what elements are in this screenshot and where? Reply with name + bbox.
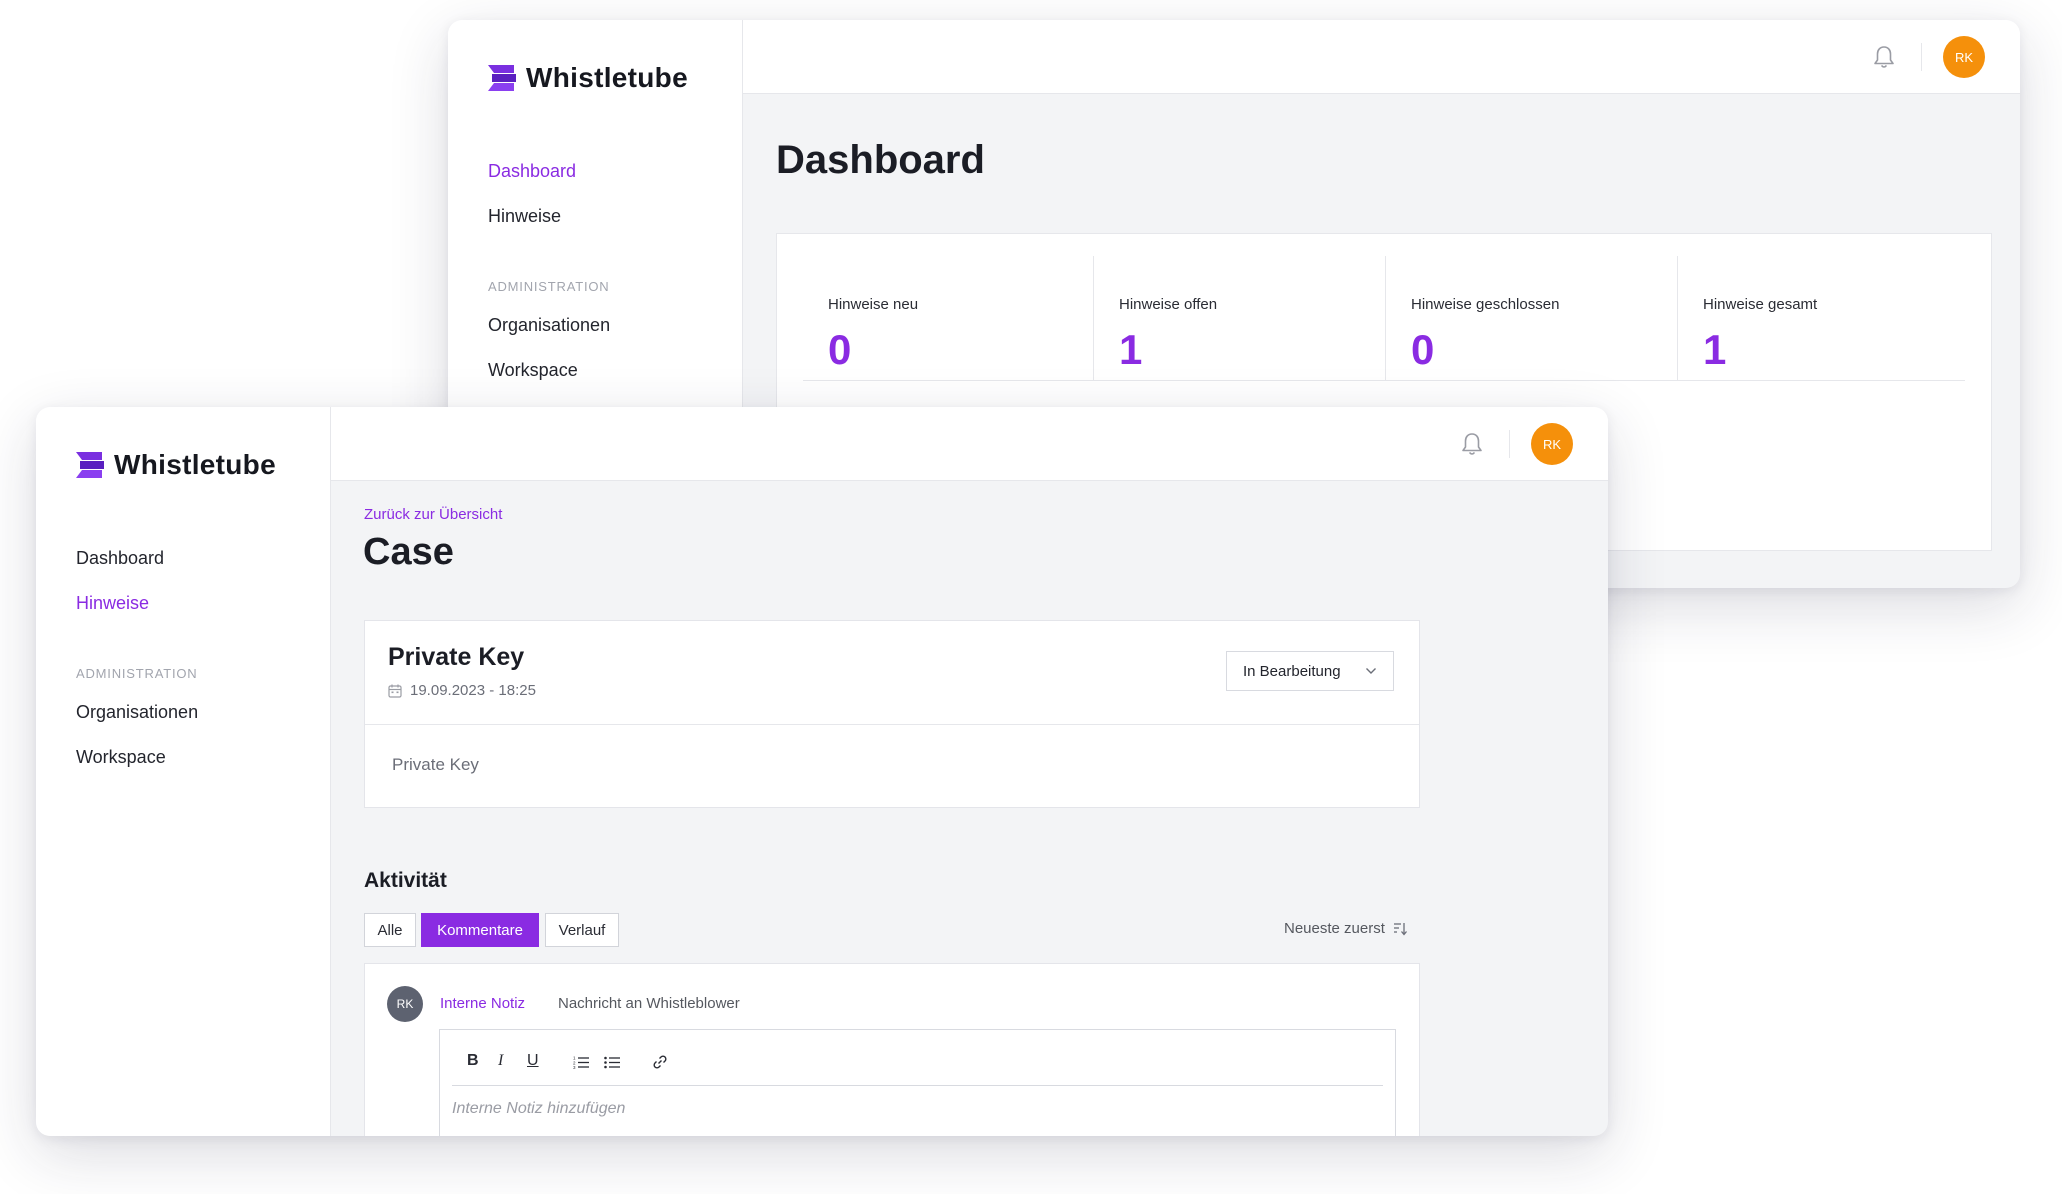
nav-workspace[interactable]: Workspace <box>488 360 578 381</box>
nav-workspace[interactable]: Workspace <box>76 747 166 768</box>
comment-panel: RK Interne Notiz Nachricht an Whistleblo… <box>364 963 1420 1136</box>
svg-text:3: 3 <box>573 1065 576 1069</box>
activity-heading: Aktivität <box>364 869 447 892</box>
editor-input[interactable]: Interne Notiz hinzufügen <box>452 1100 625 1118</box>
sort-label: Neueste zuerst <box>1284 920 1385 937</box>
toolbar-divider <box>452 1085 1383 1086</box>
nav-dashboard[interactable]: Dashboard <box>76 548 164 569</box>
stat-value: 0 <box>1411 326 1435 373</box>
user-avatar[interactable]: RK <box>1531 423 1573 465</box>
nav-dashboard[interactable]: Dashboard <box>488 161 576 182</box>
whistletube-logo-icon <box>488 65 516 91</box>
sort-toggle[interactable]: Neueste zuerst <box>1284 920 1407 937</box>
case-date: 19.09.2023 - 18:25 <box>410 682 536 699</box>
tab-verlauf[interactable]: Verlauf <box>545 913 619 947</box>
bold-button[interactable]: B <box>467 1052 479 1070</box>
underline-button[interactable]: U <box>527 1052 539 1070</box>
case-panel: Private Key 19.09.2023 - 18:25 In Bearbe… <box>364 620 1420 808</box>
topbar: RK <box>331 407 1608 481</box>
status-select[interactable]: In Bearbeitung <box>1226 651 1394 691</box>
brand-name: Whistletube <box>526 62 688 93</box>
case-divider <box>365 724 1419 725</box>
nav-hinweise[interactable]: Hinweise <box>76 593 149 614</box>
topbar-divider <box>1509 430 1510 458</box>
comment-author-avatar: RK <box>387 986 423 1022</box>
stat-hinweise-geschlossen: Hinweise geschlossen 0 <box>1386 256 1678 381</box>
topbar-divider <box>1921 43 1922 71</box>
case-title: Private Key <box>388 643 525 671</box>
case-date-row: 19.09.2023 - 18:25 <box>388 682 536 699</box>
case-window: Whistletube Dashboard Hinweise ADMINISTR… <box>36 407 1608 1136</box>
mode-internal-note[interactable]: Interne Notiz <box>440 995 525 1012</box>
nav-organisationen[interactable]: Organisationen <box>76 702 198 723</box>
whistletube-logo-icon <box>76 452 104 478</box>
calendar-icon <box>388 684 402 698</box>
ordered-list-icon[interactable]: 1 2 3 <box>573 1055 589 1069</box>
nav-section-administration: ADMINISTRATION <box>488 279 610 294</box>
bell-icon[interactable] <box>1873 45 1895 69</box>
page-title: Case <box>363 531 454 573</box>
stat-label: Hinweise offen <box>1119 296 1218 313</box>
brand-name: Whistletube <box>114 449 276 480</box>
back-to-overview-link[interactable]: Zurück zur Übersicht <box>364 506 502 523</box>
page-title: Dashboard <box>776 138 985 182</box>
nav-organisationen[interactable]: Organisationen <box>488 315 610 336</box>
comment-editor: B I U 1 2 3 Interne Notiz hinzufügen <box>439 1029 1396 1136</box>
stat-value: 1 <box>1703 326 1727 373</box>
stat-label: Hinweise gesamt <box>1703 296 1818 313</box>
bullet-list-icon[interactable] <box>604 1055 620 1069</box>
stat-hinweise-gesamt: Hinweise gesamt 1 <box>1678 256 1965 381</box>
link-icon[interactable] <box>652 1054 668 1070</box>
nav-section-administration: ADMINISTRATION <box>76 666 198 681</box>
topbar: RK <box>743 20 2020 94</box>
brand-logo[interactable]: Whistletube <box>488 62 688 94</box>
brand-logo[interactable]: Whistletube <box>76 449 276 481</box>
bell-icon[interactable] <box>1461 432 1483 456</box>
stat-label: Hinweise geschlossen <box>1411 296 1560 313</box>
stat-value: 1 <box>1119 326 1143 373</box>
italic-button[interactable]: I <box>498 1052 503 1070</box>
status-select-value: In Bearbeitung <box>1243 662 1341 680</box>
chevron-down-icon <box>1366 668 1376 674</box>
user-avatar[interactable]: RK <box>1943 36 1985 78</box>
stat-label: Hinweise neu <box>828 296 919 313</box>
stat-hinweise-neu: Hinweise neu 0 <box>803 256 1094 381</box>
sort-descending-icon <box>1393 922 1407 936</box>
tab-alle[interactable]: Alle <box>364 913 416 947</box>
mode-message-whistleblower[interactable]: Nachricht an Whistleblower <box>558 995 740 1012</box>
stat-hinweise-offen: Hinweise offen 1 <box>1094 256 1386 381</box>
tab-kommentare[interactable]: Kommentare <box>421 913 539 947</box>
case-body: Private Key <box>392 755 479 774</box>
stat-value: 0 <box>828 326 852 373</box>
nav-hinweise[interactable]: Hinweise <box>488 206 561 227</box>
sidebar: Whistletube Dashboard Hinweise ADMINISTR… <box>36 407 331 1136</box>
